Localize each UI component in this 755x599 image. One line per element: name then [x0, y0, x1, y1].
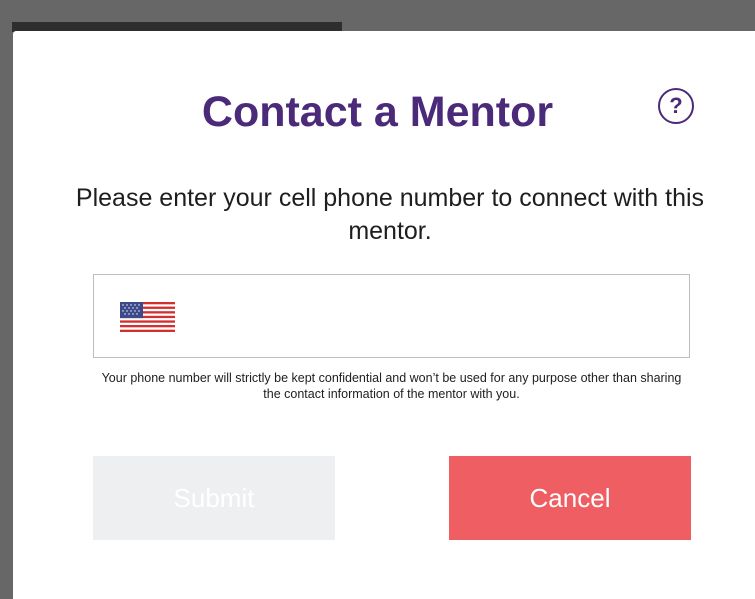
question-circle-icon[interactable]: ?: [658, 88, 694, 124]
contact-mentor-dialog: Contact a Mentor ? Please enter your cel…: [13, 31, 755, 599]
us-flag-icon[interactable]: [120, 302, 175, 332]
phone-number-field[interactable]: [93, 274, 690, 358]
privacy-disclaimer: Your phone number will strictly be kept …: [101, 371, 682, 401]
cancel-button[interactable]: Cancel: [449, 456, 691, 540]
dialog-title: Contact a Mentor: [201, 88, 554, 136]
submit-button[interactable]: Submit: [93, 456, 335, 540]
phone-input[interactable]: [194, 295, 678, 341]
instruction-text: Please enter your cell phone number to c…: [75, 184, 705, 245]
